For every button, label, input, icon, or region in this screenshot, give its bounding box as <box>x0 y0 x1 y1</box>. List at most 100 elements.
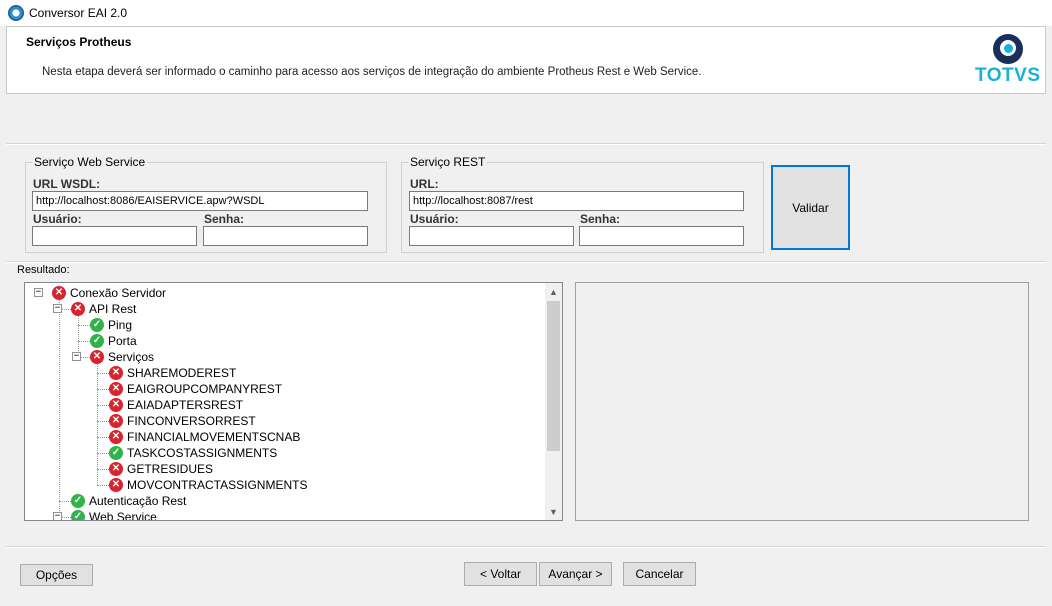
rest-url-label: URL: <box>410 177 439 191</box>
tree-node[interactable]: ✕ FINANCIALMOVEMENTSCNAB <box>109 429 300 445</box>
tree-node[interactable]: ✓ Porta <box>90 333 137 349</box>
tree-connector <box>78 341 90 342</box>
tree-connector <box>59 501 71 502</box>
tree-connector <box>97 389 109 390</box>
tree-scrollbar[interactable]: ▲ ▼ <box>545 283 562 520</box>
tree-connector <box>78 325 90 326</box>
page-description: Nesta etapa deverá ser informado o camin… <box>42 66 702 78</box>
detail-panel <box>575 282 1029 521</box>
tree-node-label: FINANCIALMOVEMENTSCNAB <box>127 430 301 444</box>
ws-password-input[interactable] <box>203 226 368 246</box>
rest-password-input[interactable] <box>579 226 744 246</box>
tree-node[interactable]: ✓ Web Service <box>71 509 157 521</box>
tree-node[interactable]: ✓ Autenticação Rest <box>71 493 186 509</box>
rest-group: Serviço REST URL: Usuário: Senha: <box>401 155 764 253</box>
options-button[interactable]: Opções <box>20 564 93 586</box>
totvs-logo-mark-icon <box>993 34 1023 64</box>
error-x-icon: ✕ <box>90 350 104 364</box>
divider <box>6 546 1046 548</box>
tree-node[interactable]: ✕ Conexão Servidor <box>52 285 166 301</box>
window-titlebar: Conversor EAI 2.0 <box>0 0 1052 26</box>
tree-node[interactable]: ✕ FINCONVERSORREST <box>109 413 256 429</box>
tree-connector <box>97 373 109 374</box>
tree-node-label: MOVCONTRACTASSIGNMENTS <box>127 478 308 492</box>
tree-node-label: TASKCOSTASSIGNMENTS <box>127 446 278 460</box>
error-x-icon: ✕ <box>109 382 123 396</box>
error-x-icon: ✕ <box>109 478 123 492</box>
tree-node[interactable]: ✕ API Rest <box>71 301 136 317</box>
window-title: Conversor EAI 2.0 <box>29 6 128 20</box>
result-label: Resultado: <box>17 264 70 276</box>
tree-node-label: GETRESIDUES <box>127 462 214 476</box>
scroll-thumb[interactable] <box>547 301 560 451</box>
wizard-header: Serviços Protheus Nesta etapa deverá ser… <box>6 26 1046 94</box>
tree-connector <box>97 364 98 485</box>
check-icon: ✓ <box>71 494 85 508</box>
tree-node-label: SHAREMODEREST <box>127 366 237 380</box>
divider <box>6 261 1046 263</box>
tree-node-label: EAIGROUPCOMPANYREST <box>127 382 283 396</box>
rest-group-legend: Serviço REST <box>408 155 488 169</box>
collapse-toggle-icon[interactable]: − <box>53 512 62 520</box>
error-x-icon: ✕ <box>109 414 123 428</box>
wsdl-url-input[interactable] <box>32 191 368 211</box>
wsdl-url-label: URL WSDL: <box>33 177 101 191</box>
validate-button[interactable]: Validar <box>771 165 850 250</box>
tree-node[interactable]: ✓ Ping <box>90 317 132 333</box>
tree-node-label: API Rest <box>89 302 137 316</box>
webservice-group-legend: Serviço Web Service <box>32 155 148 169</box>
error-x-icon: ✕ <box>71 302 85 316</box>
tree-node-label: Serviços <box>108 350 155 364</box>
tree-node[interactable]: ✕ EAIGROUPCOMPANYREST <box>109 381 282 397</box>
collapse-toggle-icon[interactable]: − <box>34 288 43 297</box>
tree-connector <box>97 453 109 454</box>
check-icon: ✓ <box>90 318 104 332</box>
error-x-icon: ✕ <box>109 430 123 444</box>
ws-user-input[interactable] <box>32 226 197 246</box>
error-x-icon: ✕ <box>109 398 123 412</box>
tree-node-label: Conexão Servidor <box>70 286 167 300</box>
tree-node-label: FINCONVERSORREST <box>127 414 256 428</box>
tree-connector <box>97 469 109 470</box>
tree-connector <box>97 437 109 438</box>
tree-node[interactable]: ✕ MOVCONTRACTASSIGNMENTS <box>109 477 307 493</box>
rest-user-input[interactable] <box>409 226 574 246</box>
error-x-icon: ✕ <box>109 366 123 380</box>
ws-user-label: Usuário: <box>33 212 82 226</box>
error-x-icon: ✕ <box>52 286 66 300</box>
divider <box>6 143 1046 145</box>
tree-node[interactable]: ✕ GETRESIDUES <box>109 461 213 477</box>
error-x-icon: ✕ <box>109 462 123 476</box>
totvs-logo: TOTVS <box>975 33 1040 89</box>
tree-node-label: Ping <box>108 318 133 332</box>
back-button[interactable]: < Voltar <box>464 562 537 586</box>
check-icon: ✓ <box>109 446 123 460</box>
scroll-down-icon[interactable]: ▼ <box>545 503 562 520</box>
next-button[interactable]: Avançar > <box>539 562 612 586</box>
tree-node-label: EAIADAPTERSREST <box>127 398 244 412</box>
rest-user-label: Usuário: <box>410 212 459 226</box>
app-icon <box>8 5 24 21</box>
tree-node[interactable]: ✕ SHAREMODEREST <box>109 365 236 381</box>
rest-password-label: Senha: <box>580 212 621 226</box>
tree-connector <box>59 300 60 517</box>
cancel-button[interactable]: Cancelar <box>623 562 696 586</box>
tree-connector <box>97 485 109 486</box>
collapse-toggle-icon[interactable]: − <box>53 304 62 313</box>
tree-connector <box>97 421 109 422</box>
check-icon: ✓ <box>90 334 104 348</box>
page-title: Serviços Protheus <box>26 35 132 49</box>
rest-url-input[interactable] <box>409 191 744 211</box>
tree-node-label: Web Service <box>89 510 157 521</box>
tree-node[interactable]: ✓ TASKCOSTASSIGNMENTS <box>109 445 277 461</box>
tree-node[interactable]: ✕ EAIADAPTERSREST <box>109 397 243 413</box>
webservice-group: Serviço Web Service URL WSDL: Usuário: S… <box>25 155 387 253</box>
tree-node[interactable]: ✕ Serviços <box>90 349 154 365</box>
result-tree[interactable]: − ✕ Conexão Servidor − ✕ API Rest ✓ Ping ✓ Porta −… <box>24 282 563 521</box>
ws-password-label: Senha: <box>204 212 245 226</box>
tree-node-label: Autenticação Rest <box>89 494 187 508</box>
check-icon: ✓ <box>71 510 85 520</box>
tree-connector <box>97 405 109 406</box>
scroll-up-icon[interactable]: ▲ <box>545 283 562 300</box>
collapse-toggle-icon[interactable]: − <box>72 352 81 361</box>
